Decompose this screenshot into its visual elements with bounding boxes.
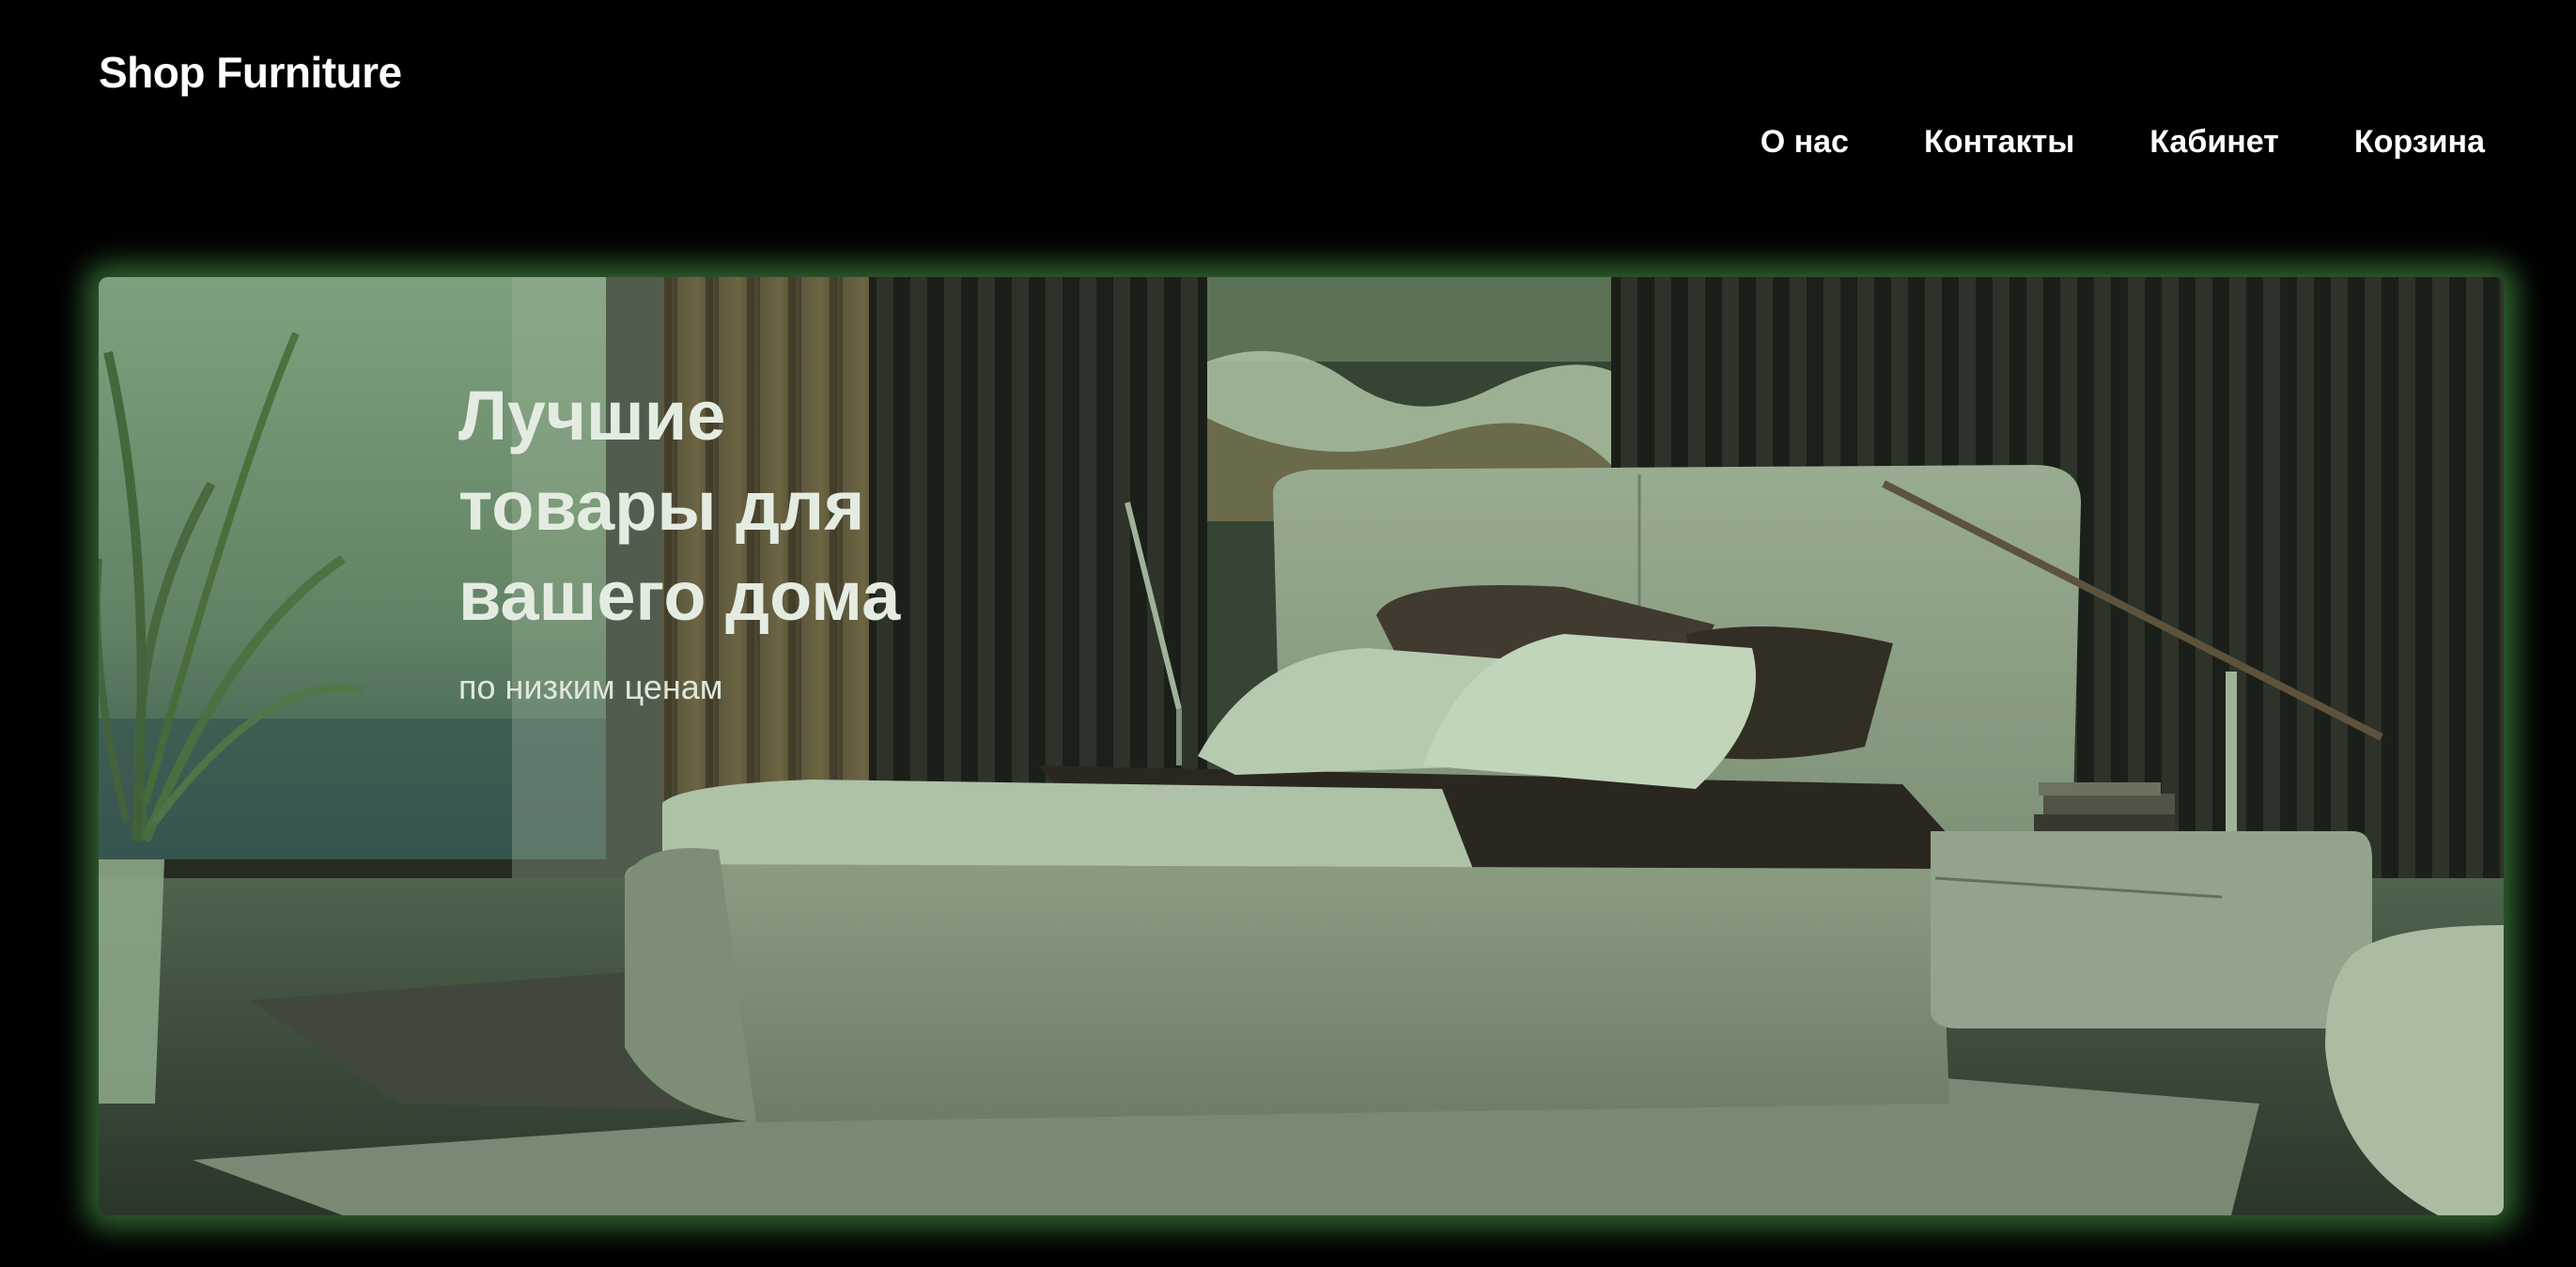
hero-title: Лучшие товары для вашего дома [458, 371, 1116, 641]
main-nav: О нас Контакты Кабинет Корзина [1761, 124, 2485, 161]
nav-account[interactable]: Кабинет [2149, 124, 2279, 161]
nav-cart[interactable]: Корзина [2354, 124, 2485, 161]
nav-contacts[interactable]: Контакты [1924, 124, 2074, 161]
page: Shop Furniture О нас Контакты Кабинет Ко… [0, 0, 2576, 1267]
hero-title-line-1: Лучшие [458, 377, 726, 455]
hero-title-line-2: товары для [458, 467, 865, 545]
hero-text-block: Лучшие товары для вашего дома по низким … [458, 371, 1116, 707]
hero-title-line-3: вашего дома [458, 557, 901, 635]
nav-about[interactable]: О нас [1761, 124, 1849, 161]
site-logo[interactable]: Shop Furniture [99, 47, 402, 98]
hero-subtitle: по низким ценам [458, 668, 723, 706]
hero-banner: Лучшие товары для вашего дома по низким … [99, 277, 2504, 1215]
